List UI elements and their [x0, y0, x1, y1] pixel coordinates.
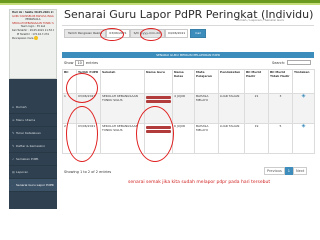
sidebar-item-label: Menu Utama	[16, 118, 36, 122]
smiley-icon	[34, 36, 39, 41]
view-icon[interactable]: ◈	[302, 124, 306, 129]
breadcrumb[interactable]: Rumah / Laporan / Senarai Guru	[236, 18, 284, 22]
end-date-input[interactable]: 04/06/2021	[164, 29, 189, 38]
sidebar-item-laporan[interactable]: ▤Laporan	[9, 166, 57, 179]
cell-tindakan: ◈	[292, 123, 315, 154]
sidebar-item-label: Daftar & Kemaskini	[16, 144, 45, 148]
entries-length: Show 10 entries	[64, 60, 98, 66]
col-tindakan[interactable]: Tindakan	[292, 69, 315, 94]
table-row: 1 03/06/2021 SEKOLAH KEBANGSAAN TUNKU SI…	[62, 93, 315, 124]
highlight-oval	[100, 28, 124, 41]
sidebar-item-semakan-pdpr[interactable]: ✓Semakan PdPR	[9, 153, 57, 166]
date-filter: Tarikh Pengisian Rekod 03/06/2021 S/D (y…	[64, 29, 207, 38]
col-nama-kelas[interactable]: Nama Kelas	[172, 69, 195, 94]
cell-mata-pelajaran: BAHASA MELAYU	[194, 93, 219, 124]
cell-mata-pelajaran: BAHASA MELAYU	[194, 123, 219, 154]
report-table: Bil Tarikh PdPR Sekolah Nama Guru Nama K…	[62, 69, 315, 154]
highlight-oval	[66, 106, 98, 162]
sidebar-item-menu-utama[interactable]: ≡Menu Utama	[9, 114, 57, 127]
sidebar-item-tukar-katalaluan[interactable]: ✎Tukar Katalaluan	[9, 127, 57, 140]
highlight-oval	[136, 106, 174, 162]
sidebar-item-label: Senarai Guru Lapor PdPR	[16, 183, 54, 187]
sidebar-item-rumah[interactable]: ⌂ Rumah	[9, 101, 57, 114]
col-murid-hadir[interactable]: Bil Murid Hadir	[244, 69, 269, 94]
next-page-button[interactable]: Next	[293, 167, 308, 175]
highlight-oval	[140, 28, 162, 41]
redacted-name	[146, 100, 171, 103]
sidebar-item-label: Laporan	[16, 170, 29, 174]
pencapaian-row: Pencapaian mula	[12, 36, 54, 41]
col-nama-guru[interactable]: Nama Guru	[144, 69, 173, 94]
cell-murid-hadir: 21	[244, 93, 269, 124]
cell-pendekatan: LUAR TALIAN	[218, 93, 245, 124]
sidebar-item-label: Tukar Katalaluan	[16, 131, 41, 135]
highlight-oval	[66, 73, 98, 103]
sidebar-item-daftar-kemaskini[interactable]: ✎Daftar & Kemaskini	[9, 140, 57, 153]
cell-murid-hadir: 19	[244, 123, 269, 154]
sidebar-item-senarai-guru[interactable]: · Senarai Guru Lapor PdPR	[9, 179, 57, 192]
pencapaian-label: Pencapaian mula	[12, 37, 34, 41]
table-search: Search:	[272, 60, 312, 65]
col-murid-tidak-hadir[interactable]: Bil Murid Tidak Hadir	[268, 69, 293, 94]
panel-title: SENARAI GURU MENGISI PELAPORAN PdPR	[62, 52, 314, 58]
cell-murid-tidak-hadir: 3	[268, 93, 293, 124]
annotation-hint: senarai semak jika kita sudah melapor pd…	[128, 180, 271, 185]
col-sekolah[interactable]: Sekolah	[100, 69, 145, 94]
show-label: Show	[64, 61, 74, 65]
search-input[interactable]	[287, 60, 312, 65]
prev-page-button[interactable]: Previous	[264, 167, 285, 175]
cell-pendekatan: LUAR TALIAN	[218, 123, 245, 154]
sidebar-menu: ⌂ Rumah ≡Menu Utama ✎Tukar Katalaluan ✎Da…	[9, 101, 57, 192]
table-header-row: Bil Tarikh PdPR Sekolah Nama Guru Nama K…	[62, 69, 315, 94]
cell-nama-kelas: 6 JUJUR	[172, 123, 195, 154]
search-button[interactable]: Cari	[190, 29, 207, 38]
entries-select[interactable]: 10	[75, 60, 84, 66]
redacted-name	[146, 96, 171, 99]
view-icon[interactable]: ◈	[302, 94, 306, 99]
sidebar-item-label: Semakan PdPR	[16, 157, 39, 161]
cell-tindakan: ◈	[292, 93, 315, 124]
col-pendekatan[interactable]: Pendekatan	[218, 69, 245, 94]
user-info-box: Hari ini : Sabtu 30.05.2021 2:34 PM GURU…	[9, 9, 57, 79]
sidebar-item-label: Rumah	[16, 105, 27, 109]
entries-label: entries	[85, 61, 99, 65]
sidebar: Hari ini : Sabtu 30.05.2021 2:34 PM GURU…	[9, 9, 57, 209]
cell-nama-kelas: 4 JUJUR	[172, 93, 195, 124]
table-row: 2 03/06/2021 SEKOLAH KEBANGSAAN TUNKU SI…	[62, 123, 315, 154]
page-1-button[interactable]: 1	[284, 167, 294, 175]
search-label: Search:	[272, 60, 286, 65]
cell-murid-tidak-hadir: 5	[268, 123, 293, 154]
header-divider	[62, 25, 314, 26]
table-info: Showing 1 to 2 of 2 entries	[64, 170, 112, 174]
pagination: Previous 1 Next	[264, 167, 308, 175]
slide-top-band-light	[0, 3, 320, 5]
col-mata-pelajaran[interactable]: Mata Pelajaran	[194, 69, 219, 94]
